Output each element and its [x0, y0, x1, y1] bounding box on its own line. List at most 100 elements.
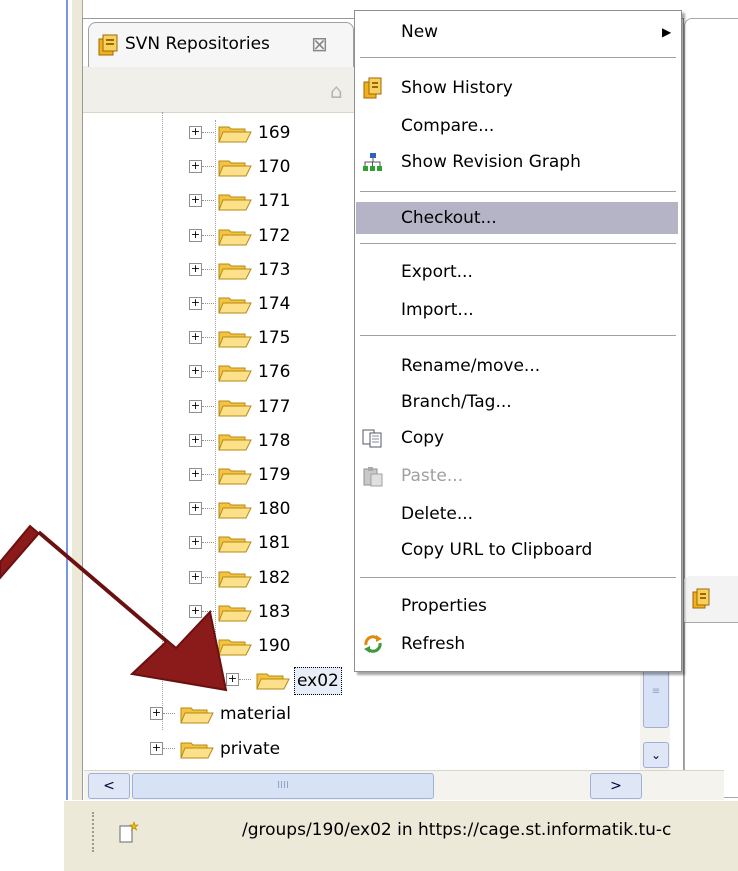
tree-item-label: material [220, 704, 291, 725]
home-icon[interactable]: ⌂ [330, 80, 352, 102]
menu-separator [360, 243, 676, 244]
tree-connector [202, 132, 214, 133]
menu-item-label: Import... [401, 300, 474, 320]
svn-repository-icon [98, 34, 118, 56]
tree-connector [202, 337, 214, 339]
expand-toggle-icon[interactable]: + [189, 399, 202, 413]
tree-item-label: 179 [258, 465, 291, 485]
expand-toggle-icon[interactable]: + [189, 262, 202, 276]
menu-item-label: Compare... [401, 116, 495, 136]
folder-icon [218, 434, 252, 451]
new-resource-icon[interactable] [118, 820, 140, 844]
folder-icon [218, 194, 252, 211]
expand-toggle-icon[interactable]: + [150, 741, 163, 755]
menu-item-compare[interactable]: Compare... [356, 110, 678, 142]
menu-item-label: Copy URL to Clipboard [401, 540, 593, 560]
scroll-left-button[interactable]: < [88, 773, 130, 799]
menu-item-label: Refresh [401, 634, 466, 654]
menu-item-rename-move[interactable]: Rename/move... [356, 350, 678, 382]
menu-separator [360, 57, 676, 58]
tree-item-label: 183 [258, 601, 291, 622]
menu-item-branch-tag[interactable]: Branch/Tag... [356, 386, 678, 418]
expand-toggle-icon[interactable]: + [189, 365, 202, 379]
menu-item-label: Delete... [401, 504, 474, 524]
menu-separator [360, 191, 676, 192]
expand-toggle-icon[interactable]: + [189, 297, 202, 310]
menu-item-import[interactable]: Import... [356, 294, 678, 326]
folder-icon [218, 160, 252, 177]
tree-item-label: 169 [258, 123, 291, 143]
menu-item-label: Show History [401, 78, 513, 98]
menu-item-paste: Paste... [356, 460, 678, 492]
menu-item-properties[interactable]: Properties [356, 590, 678, 622]
expand-toggle-icon[interactable]: + [189, 126, 202, 139]
menu-item-export[interactable]: Export... [356, 256, 678, 288]
folder-icon [218, 297, 252, 314]
menu-item-label: New [401, 22, 439, 42]
menu-item-show-revision-graph[interactable]: Show Revision Graph [356, 146, 678, 178]
folder-icon [218, 229, 252, 246]
copy-icon [362, 429, 382, 448]
expand-toggle-icon[interactable]: + [189, 160, 202, 174]
tree-item-label: 176 [258, 362, 291, 383]
tree-connector [202, 166, 214, 168]
menu-item-delete[interactable]: Delete... [356, 498, 678, 530]
expand-toggle-icon[interactable]: + [189, 228, 202, 242]
menu-item-show-history[interactable]: Show History [356, 72, 678, 104]
scroll-down-button[interactable]: ⌄ [643, 742, 669, 768]
editor-pane [684, 18, 738, 579]
tree-item-label: private [220, 738, 281, 759]
tree-item-material[interactable]: + material [0, 697, 640, 731]
tree-item-label: 182 [258, 567, 291, 588]
menu-item-label: Export... [401, 262, 473, 282]
menu-separator [360, 577, 676, 578]
status-grip[interactable] [92, 812, 98, 852]
tree-item-private[interactable]: + private [0, 732, 640, 766]
tree-item-label: 173 [258, 259, 291, 280]
horizontal-scroll-thumb[interactable]: IIII [132, 773, 434, 799]
tree-connector [202, 303, 214, 304]
tree-item-label: ex02 [294, 667, 342, 696]
menu-item-label: Branch/Tag... [401, 392, 512, 412]
menu-separator [360, 335, 676, 336]
tab-label: SVN Repositories [125, 34, 270, 54]
red-pointer-arrow-icon [0, 524, 228, 692]
revision-graph-icon [363, 153, 382, 171]
expand-toggle-icon[interactable]: + [189, 194, 202, 208]
close-icon[interactable]: ⊠ [311, 32, 328, 56]
menu-item-copy-url-to-clipboard[interactable]: Copy URL to Clipboard [356, 534, 678, 566]
menu-item-label: Paste... [401, 466, 464, 486]
folder-icon [218, 365, 252, 382]
folder-icon [256, 673, 290, 690]
tree-connector [202, 371, 214, 373]
tree-item-label: 178 [258, 430, 291, 451]
history-icon [363, 77, 382, 99]
tree-connector [202, 234, 214, 236]
history-icon [692, 588, 710, 609]
menu-item-refresh[interactable]: Refresh [356, 628, 678, 660]
tree-item-label: 174 [258, 294, 291, 314]
scroll-right-button[interactable]: > [590, 773, 642, 799]
tree-item-label: 181 [258, 533, 291, 554]
menu-item-copy[interactable]: Copy [356, 422, 678, 454]
expand-toggle-icon[interactable]: + [189, 468, 202, 481]
expand-toggle-icon[interactable]: + [189, 331, 202, 345]
paste-icon [363, 467, 383, 487]
expand-toggle-icon[interactable]: + [150, 707, 163, 721]
tree-item-label: 175 [258, 328, 291, 349]
tree-connector [163, 747, 175, 749]
folder-icon [218, 468, 252, 485]
menu-item-checkout[interactable]: Checkout... [356, 202, 678, 234]
menu-item-new[interactable]: New ▶ [356, 16, 678, 48]
tree-item-label: 171 [258, 191, 291, 212]
tree-item-label: 190 [258, 636, 291, 656]
tree-connector [202, 405, 214, 407]
tree-item-label: 177 [258, 396, 291, 417]
folder-icon [180, 707, 214, 724]
tree-connector [202, 474, 214, 475]
menu-item-label: Copy [401, 428, 445, 448]
folder-icon [218, 126, 252, 143]
tree-connector [202, 268, 214, 270]
expand-toggle-icon[interactable]: + [189, 433, 202, 447]
tab-svn-repositories[interactable]: SVN Repositories ⊠ [88, 22, 354, 67]
